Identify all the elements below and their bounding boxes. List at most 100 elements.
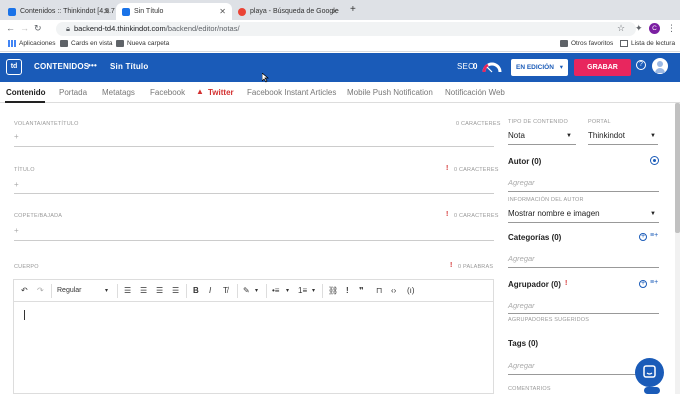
copete-add-icon[interactable]: + [14,226,19,235]
browser-tab-google[interactable]: playa - Búsqueda de Google ✕ [232,3,344,20]
tab-notificacion-web[interactable]: Notificación Web [445,88,505,97]
numbered-list-icon[interactable]: 1≡ [298,286,307,295]
undo-icon[interactable]: ↶ [21,286,28,295]
status-label: EN EDICIÓN [516,64,554,71]
embed-icon[interactable]: (ı) [407,286,415,295]
browser-tab-contenidos[interactable]: Contenidos :: Thinkindot [4.5.7 ✕ [2,3,116,20]
tipo-underline [508,144,576,145]
more-options-icon[interactable]: ••• [88,61,97,70]
comentarios-label: COMENTARIOS [508,386,551,392]
align-right-icon[interactable]: ☰ [156,286,163,295]
new-tab-button[interactable]: + [350,4,356,15]
extensions-icon[interactable]: ✦ [635,23,643,34]
highlight-icon[interactable]: ✎ [243,286,250,295]
tab-mobile-push[interactable]: Mobile Push Notification [347,88,433,97]
alert-icon[interactable]: ! [346,286,349,295]
volanta-add-icon[interactable]: + [14,132,19,141]
browser-tab-title: playa - Búsqueda de Google [250,8,339,15]
browser-tab-sin-titulo[interactable]: Sin Título ✕ [116,3,232,20]
italic-icon[interactable]: I [209,286,211,295]
reload-icon[interactable]: ↻ [34,23,42,34]
bookmark-lista-lectura[interactable]: Lista de lectura [620,40,675,47]
add-circle-icon[interactable]: + [639,233,647,241]
tab-portada[interactable]: Portada [59,88,87,97]
autor-underline [508,191,659,192]
reading-list-icon [620,40,628,47]
code-icon[interactable]: ‹› [391,286,396,295]
format-select[interactable]: Regular [57,287,82,294]
tipo-contenido-select[interactable]: Nota [508,131,525,140]
quote-icon[interactable]: ❞ [359,286,364,295]
url-host: backend-td4.thinkindot.com [74,24,166,33]
seo-label: SEO [457,62,475,71]
target-icon[interactable] [650,156,659,165]
bookmark-nueva-carpeta[interactable]: Nueva carpeta [116,40,169,47]
bullet-list-icon[interactable]: •≡ [272,286,279,295]
align-left-icon[interactable]: ☰ [124,286,131,295]
profile-avatar[interactable]: C [649,23,660,34]
bookmark-cards-en-vista[interactable]: Cards en vista [60,40,113,47]
toolbar-divider [51,284,52,298]
scrollbar-thumb[interactable] [675,103,680,233]
portal-select[interactable]: Thinkindot [588,131,625,140]
section-contenidos[interactable]: CONTENIDOS [34,62,89,71]
page-scrollbar[interactable] [675,103,680,394]
clear-format-icon[interactable]: T̸ [223,286,228,295]
comentarios-toggle[interactable] [644,387,660,394]
copete-input[interactable] [14,240,494,241]
help-icon[interactable]: ? [636,60,646,70]
titulo-char-count: 0 CARACTERES [454,167,499,173]
categorias-input[interactable]: Agregar [508,254,535,263]
back-icon[interactable]: ← [6,23,15,33]
status-dropdown[interactable]: EN EDICIÓN ▾ [511,59,568,76]
bold-icon[interactable]: B [193,286,199,295]
tab-metatags[interactable]: Metatags [102,88,135,97]
portal-underline [588,144,658,145]
titulo-add-icon[interactable]: + [14,180,19,189]
chat-button[interactable] [635,358,664,387]
info-autor-underline [508,222,659,223]
toolbar-divider [186,284,187,298]
close-tab-icon[interactable]: ✕ [103,7,110,16]
tab-contenido[interactable]: Contenido [6,88,46,97]
volanta-input[interactable] [14,146,494,147]
redo-icon[interactable]: ↷ [37,286,44,295]
volanta-label: VOLANTA/ANTETÍTULO [14,121,79,127]
close-tab-icon[interactable]: ✕ [331,7,338,16]
info-autor-select[interactable]: Mostrar nombre e imagen [508,209,600,218]
playlist-add-icon[interactable]: ≡+ [650,279,658,286]
td-logo[interactable]: td [6,59,22,75]
warning-icon: ▲ [196,87,204,96]
bookmark-otros-favoritos[interactable]: Otros favoritos [560,40,613,47]
tab-facebook-instant-articles[interactable]: Facebook Instant Articles [247,88,336,97]
bookmark-icon[interactable]: ⊓ [376,286,382,295]
lock-icon: 🔒︎ [66,24,70,33]
titulo-input[interactable] [14,193,494,194]
add-circle-icon[interactable]: + [639,280,647,288]
link-icon[interactable]: ⛓ [328,286,338,295]
tags-input[interactable]: Agregar [508,361,535,370]
align-center-icon[interactable]: ☰ [140,286,147,295]
bookmark-star-icon[interactable]: ☆ [617,23,625,34]
tab-facebook[interactable]: Facebook [150,88,185,97]
seo-gauge-icon[interactable] [482,59,502,75]
content-tabs: Contenido Portada Metatags Facebook ▲ Tw… [0,82,680,103]
align-justify-icon[interactable]: ☰ [172,286,179,295]
close-tab-icon[interactable]: ✕ [219,7,226,16]
browser-menu-icon[interactable]: ⋮ [667,23,676,34]
agrupador-input[interactable]: Agregar [508,301,535,310]
user-avatar[interactable] [652,58,668,74]
playlist-add-icon[interactable]: ≡+ [650,232,658,239]
cuerpo-required-icon: ! [450,262,453,269]
body-editor[interactable]: ↶ ↷ Regular ▾ ☰ ☰ ☰ ☰ B I T̸ ✎ ▾ •≡ ▾ 1≡… [13,279,494,394]
browser-tab-title: Sin Título [134,8,164,15]
chat-icon [643,365,656,378]
bookmark-aplicaciones[interactable]: Aplicaciones [8,40,56,47]
url-input[interactable]: 🔒︎ backend-td4.thinkindot.com/backend/edi… [56,22,636,36]
save-button[interactable]: GRABAR [574,59,631,76]
autor-input[interactable]: Agregar [508,178,535,187]
tab-twitter[interactable]: Twitter [208,88,234,97]
forward-icon[interactable]: → [20,23,29,33]
google-favicon-icon [238,7,246,16]
text-cursor [24,310,25,320]
